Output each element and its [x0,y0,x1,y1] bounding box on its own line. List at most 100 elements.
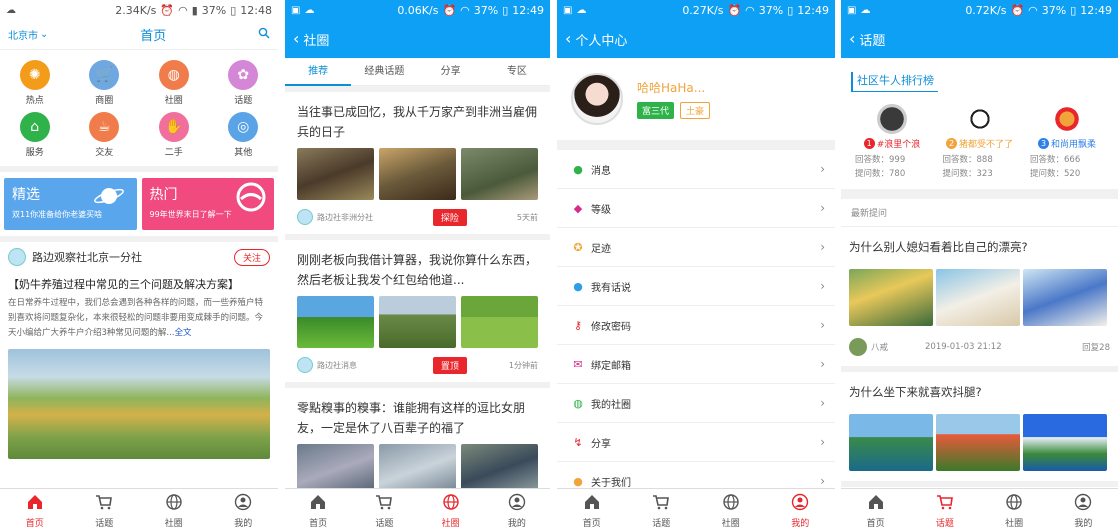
menu-item[interactable]: ● 消息 › [557,150,835,189]
grid-item[interactable]: ◎ 其他 [209,112,279,158]
net-speed: 0.72K/s [965,3,1007,17]
page-title: 社圈 [303,33,330,49]
back-icon[interactable]: ‹ [849,31,855,47]
cloud-icon: ☁ [304,4,315,16]
wifi-icon: ◠ [178,3,188,17]
chat-icon: ● [573,162,583,176]
rank-name: 和尚用飘柔 [1050,140,1096,150]
rank-number: 2 [945,138,957,149]
tab-mine[interactable]: 我的 [766,489,836,532]
globe-icon: ◍ [158,60,189,90]
menu-item[interactable]: ◍ 我的社圈 › [557,384,835,423]
user-icon: ● [573,279,583,293]
avatar[interactable] [571,73,623,125]
article-title: 零點糗事的糗事：谁能拥有这样的逗比女朋友，一定是休了八百辈子的福了 [297,401,526,435]
article-tag[interactable]: 置顶 [432,356,467,374]
question-date: 2019-01-03 21:12 [925,342,1002,352]
article-card[interactable]: 刚刚老板向我借计算器，我说你算什么东西，然后老板让我发个红包给他道... 路边社消… [285,240,550,388]
rank-item[interactable]: 2 猪都受不了了 回答数：888 提问数：323 [939,104,1021,179]
avatar [877,104,907,134]
article-tag[interactable]: 探险 [432,208,467,226]
tab-circle[interactable]: 社圈 [980,489,1049,532]
rank-item[interactable]: 1 #浪里个浪 回答数：999 提问数：780 [851,104,933,179]
chevron-right-icon: › [820,435,825,449]
signal-icon: ▮ [191,3,198,17]
grid-item[interactable]: ☕ 交友 [70,112,140,158]
tab-topic[interactable]: 话题 [70,489,140,532]
battery-level: 37% [758,3,784,17]
follow-button[interactable]: 关注 [233,248,270,266]
profile-screen: ▣ ☁ 0.27K/s ⏰ ◠ 37% ▯ 12:49 ‹ 个人中心 哈哈HaHa... 富三… [557,0,835,532]
profile-card[interactable]: 哈哈HaHa... 富三代 土豪 [557,58,835,140]
tab-circle[interactable]: 社圈 [418,489,484,532]
search-icon[interactable] [258,27,270,42]
alarm-icon: ⏰ [727,3,742,17]
grid-item[interactable]: ◍ 社圈 [139,60,209,106]
tab-home[interactable]: 首页 [841,489,910,532]
city-selector[interactable]: 北京市 ⌄ [8,27,48,42]
grid-item[interactable]: ✋ 二手 [139,112,209,158]
clock: 12:49 [512,3,544,17]
circle-screen: ▣ ☁ 0.06K/s ⏰ ◠ 37% ▯ 12:49 ‹ 社圈 推荐 经典话题 分享 专区 当往事… [285,0,550,532]
alarm-icon: ⏰ [160,3,175,17]
tab-circle[interactable]: 社圈 [139,489,209,532]
cloud-icon: ☁ [576,4,587,16]
tab-topic[interactable]: 话题 [627,489,697,532]
banner-featured[interactable]: 精选 双11你准备给你老婆买啥 [4,178,137,230]
article-thumbnail [461,148,538,200]
clock: 12:48 [240,3,272,17]
grid-item[interactable]: 🛒 商圈 [70,60,140,106]
tab-topic[interactable]: 话题 [351,489,417,532]
chevron-right-icon: › [820,240,825,254]
category-tab[interactable]: 专区 [484,58,550,86]
tab-home[interactable]: 首页 [557,489,627,532]
rank-list: 1 #浪里个浪 回答数：999 提问数：780 2 猪都受不了了 回答数：888 提问数：32… [851,104,1108,179]
bottom-tab-bar: 首页 话题 社圈 我的 [557,488,835,532]
menu-label: 我的社圈 [591,399,631,411]
menu-item[interactable]: ✉ 绑定邮箱 › [557,345,835,384]
menu-item[interactable]: ✪ 足迹 › [557,228,835,267]
category-tab[interactable]: 分享 [418,58,484,86]
grid-label: 热点 [25,96,44,106]
tab-mine[interactable]: 我的 [209,489,279,532]
friend-icon: ☕ [89,112,120,142]
grid-label: 社圈 [164,96,183,106]
tab-topic[interactable]: 话题 [910,489,979,532]
shop-icon: 🛒 [89,60,120,90]
read-more-link[interactable]: 全文 [175,328,192,338]
app-bar: ▣ ☁ 0.27K/s ⏰ ◠ 37% ▯ 12:49 ‹ 个人中心 [557,0,835,58]
avatar [1052,104,1082,134]
question-card[interactable]: 为什么别人媳妇看着比自己的漂亮? 八戒 2019-01-03 21:12 回复28 [841,227,1118,372]
menu-item[interactable]: ⚷ 修改密码 › [557,306,835,345]
tab-mine[interactable]: 我的 [484,489,550,532]
back-icon[interactable]: ‹ [293,31,299,47]
category-tab[interactable]: 经典话题 [351,58,417,86]
tab-label: 话题 [375,518,394,529]
status-bar: ☁ 2.34K/s ⏰ ◠ ▮ 37% ▯ 12:48 [0,0,278,20]
home-icon [309,493,327,514]
banner-hot[interactable]: 热门 99年世界末日了解一下 [141,178,274,230]
app-bar: ▣ ☁ 0.72K/s ⏰ ◠ 37% ▯ 12:49 ‹ 话题 [841,0,1118,58]
tab-circle[interactable]: 社圈 [696,489,766,532]
menu-item[interactable]: ● 我有话说 › [557,267,835,306]
back-icon[interactable]: ‹ [565,31,571,47]
grid-label: 话题 [234,96,253,106]
article-card[interactable]: 当往事已成回忆，我从千万家产到非洲当雇佣兵的日子 路边社非洲分社 探险 5天前 [285,92,550,240]
tab-home[interactable]: 首页 [0,489,70,532]
grid-item[interactable]: ⌂ 服务 [0,112,70,158]
battery-icon: ▯ [230,3,237,17]
tab-home[interactable]: 首页 [285,489,351,532]
user-icon [234,493,252,514]
menu-item[interactable]: ◆ 等级 › [557,189,835,228]
grid-item[interactable]: ✺ 热点 [0,60,70,106]
menu-label: 我有话说 [591,282,631,294]
question-card[interactable]: 为什么坐下来就喜欢抖腿? [841,372,1118,487]
tab-mine[interactable]: 我的 [1049,489,1118,532]
menu-item[interactable]: ↯ 分享 › [557,423,835,462]
tab-label: 首页 [309,518,328,529]
grid-item[interactable]: ✿ 话题 [209,60,279,106]
category-tab[interactable]: 推荐 [285,58,352,86]
post-card[interactable]: 路边观察社北京一分社 关注 【奶牛养殖过程中常见的三个问题及解决方案】 在日常养… [0,242,278,463]
rank-item[interactable]: 3 和尚用飘柔 回答数：666 提问数：520 [1026,104,1108,179]
settings-menu: ● 消息 › ◆ 等级 › ✪ 足迹 › ● 我有话说 › ⚷ 修改密码 › ✉ 绑定邮箱 › ◍ 我的社圈 › ↯ 分享 ›… [557,150,835,501]
